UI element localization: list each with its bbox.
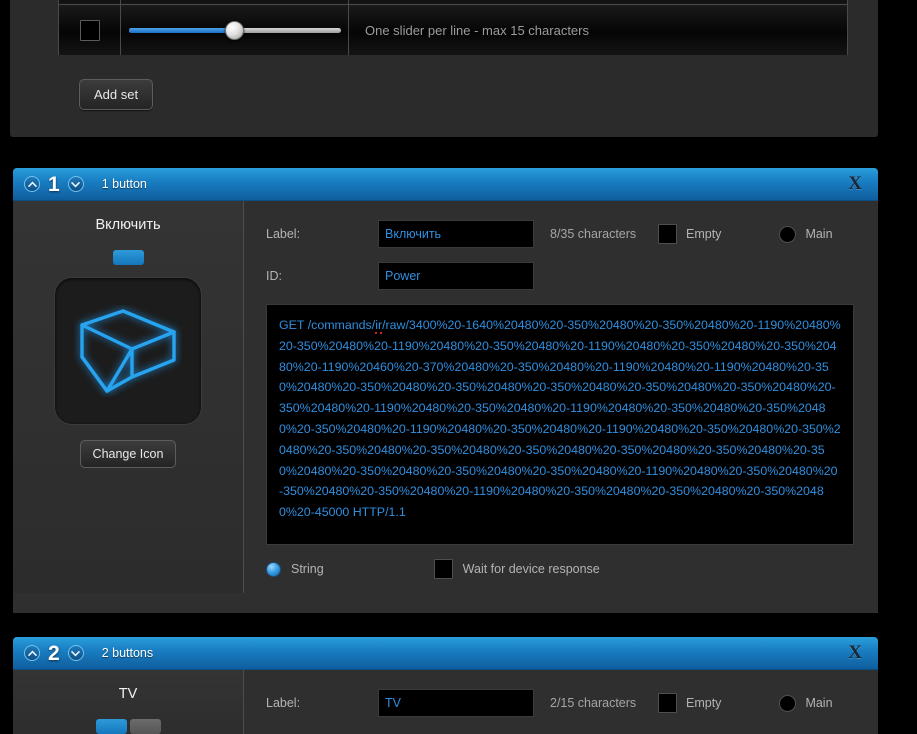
button-set-table: One slider per line - max 15 characters [58, 0, 848, 55]
slider-cell [121, 5, 349, 55]
command-textarea[interactable]: GET /commands/ir/raw/3400%20-1640%20480%… [266, 304, 854, 545]
row-select-cell[interactable] [59, 0, 121, 4]
wait-response-label: Wait for device response [462, 562, 600, 576]
chevron-up-icon [27, 649, 37, 656]
main-option: Main [779, 225, 833, 243]
segment-indicator [95, 719, 161, 734]
empty-label: Empty [686, 227, 722, 241]
move-up-button[interactable] [24, 645, 40, 661]
panel-preview-pane: TV [13, 670, 244, 734]
app-root: One slider per line - max 15 characters … [0, 0, 917, 734]
command-options-row: String Wait for device response [266, 559, 878, 593]
panel-preview-pane: Включить Change Icon [13, 201, 244, 593]
panel-header: 1 1 button X [13, 168, 878, 201]
icon-preview-tile [54, 277, 202, 425]
segment-off [129, 719, 161, 734]
id-field-row: ID: [266, 262, 878, 290]
panel-body: Включить Change Icon Label: Включить 8/3… [13, 201, 878, 593]
label-char-count: 2/15 characters [550, 696, 637, 710]
chevron-up-icon [27, 180, 37, 187]
panel-title: 2 buttons [101, 646, 154, 660]
label-field-caption: Label: [266, 696, 301, 710]
empty-checkbox[interactable] [658, 224, 677, 244]
row-checkbox[interactable] [79, 19, 100, 41]
main-option: Main [779, 694, 833, 712]
move-down-button[interactable] [67, 645, 84, 661]
wait-response-checkbox[interactable] [433, 559, 453, 579]
chevron-down-icon [71, 181, 80, 188]
string-radio[interactable] [266, 561, 281, 577]
label-input[interactable] [378, 220, 534, 248]
add-set-button[interactable]: Add set [79, 79, 154, 110]
empty-checkbox[interactable] [658, 693, 677, 713]
command-panel-2: 2 2 buttons X TV Label: 2/15 characters [13, 637, 878, 734]
panel-number: 1 [48, 172, 60, 196]
panel-title: 1 button [101, 177, 147, 191]
command-prefix: GET /commands/ [279, 318, 376, 332]
label-field-row: Label: 2/15 characters Empty Main [266, 689, 878, 717]
slider-fill [128, 28, 235, 33]
wireframe-cube-icon [80, 309, 176, 393]
main-radio[interactable] [779, 694, 797, 712]
main-radio[interactable] [779, 225, 797, 243]
empty-label: Empty [686, 696, 722, 710]
panel-form-pane: Label: 2/15 characters Empty Main [244, 670, 878, 734]
device-name: Включить [95, 217, 161, 233]
move-down-button[interactable] [67, 176, 84, 192]
label-field-row: Label: 8/35 characters Empty Main [266, 220, 878, 248]
empty-option: Empty [658, 224, 721, 244]
panel-body: TV Label: 2/15 characters Empty [13, 670, 878, 734]
row-hint-text [349, 0, 847, 4]
slider-thumb[interactable] [224, 21, 244, 40]
command-suffix: /raw/3400%20-1640%20480%20-350%20480%20-… [279, 318, 841, 520]
label-char-count: 8/35 characters [550, 227, 637, 241]
move-up-button[interactable] [24, 176, 40, 192]
panel-form-pane: Label: 8/35 characters Empty Main ID: [244, 201, 878, 593]
mini-buttons-cell [121, 0, 349, 4]
panel-number: 2 [48, 641, 60, 665]
id-field-caption: ID: [266, 269, 282, 283]
main-label: Main [805, 227, 833, 241]
table-row: One slider per line - max 15 characters [59, 5, 847, 55]
main-label: Main [805, 696, 833, 710]
button-set-container: One slider per line - max 15 characters … [10, 0, 878, 137]
segment-on [112, 250, 144, 265]
segment-indicator [112, 250, 144, 265]
slider[interactable] [128, 18, 341, 42]
label-input[interactable] [378, 689, 534, 717]
label-field-caption: Label: [266, 227, 301, 241]
change-icon-button[interactable]: Change Icon [79, 440, 177, 468]
panel-header: 2 2 buttons X [13, 637, 878, 670]
close-panel-button[interactable]: X [848, 642, 862, 664]
id-input[interactable] [378, 262, 534, 290]
segment-on [95, 719, 127, 734]
row-select-cell[interactable] [59, 5, 121, 55]
string-label: String [291, 562, 324, 576]
row-hint-text: One slider per line - max 15 characters [365, 22, 589, 38]
close-panel-button[interactable]: X [848, 173, 862, 195]
chevron-down-icon [71, 650, 80, 657]
empty-option: Empty [658, 693, 721, 713]
command-panel-1: 1 1 button X Включить Change Icon Label:… [13, 168, 878, 613]
device-name: TV [118, 686, 138, 702]
